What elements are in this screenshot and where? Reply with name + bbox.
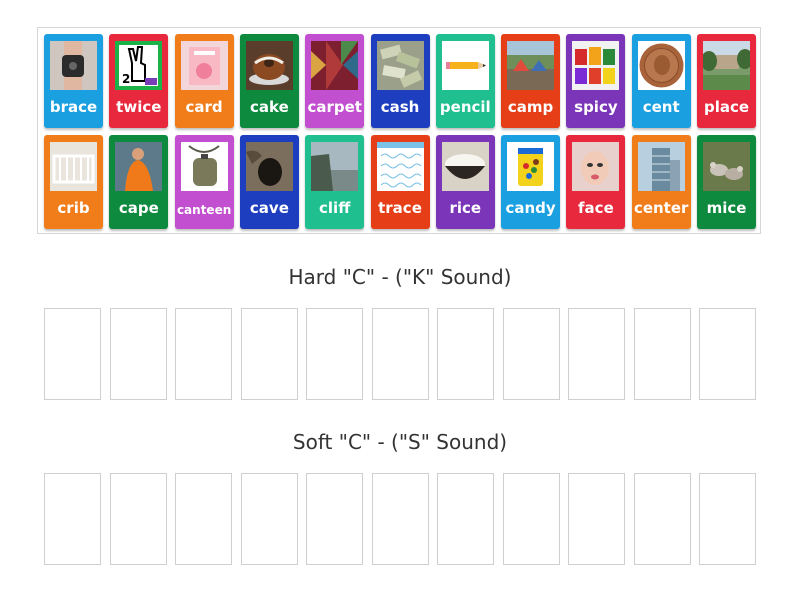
word-tile-center[interactable]: center bbox=[631, 135, 691, 229]
tile-word-label: twice bbox=[116, 98, 162, 116]
soft-c-slot[interactable] bbox=[568, 473, 625, 565]
word-tile-card[interactable]: card bbox=[174, 34, 234, 128]
tile-word-label: cash bbox=[380, 98, 420, 116]
tile-word-label: cake bbox=[250, 98, 289, 116]
tile-word-label: pencil bbox=[439, 98, 491, 116]
soft-c-heading: Soft "C" - ("S" Sound) bbox=[292, 430, 508, 454]
tile-word-label: cave bbox=[249, 199, 289, 217]
hard-c-slot[interactable] bbox=[437, 308, 494, 400]
word-tile-spicy[interactable]: spicy bbox=[566, 34, 626, 128]
word-tile-cave[interactable]: cave bbox=[239, 135, 299, 229]
mice-photo bbox=[703, 142, 750, 191]
word-tile-twice[interactable]: 2 twice bbox=[109, 34, 169, 128]
soft-c-slot[interactable] bbox=[306, 473, 363, 565]
svg-text:2: 2 bbox=[122, 72, 130, 86]
park-place-photo bbox=[703, 41, 750, 90]
soft-c-slot[interactable] bbox=[109, 473, 167, 565]
tile-word-label: rice bbox=[449, 199, 482, 217]
hard-c-slot[interactable] bbox=[371, 308, 429, 400]
tile-word-label: camp bbox=[507, 98, 554, 116]
pencil-photo bbox=[441, 41, 489, 90]
tile-word-label: crib bbox=[57, 199, 90, 217]
peace-sign-hand-photo: 2 bbox=[115, 41, 163, 90]
hard-c-slot[interactable] bbox=[699, 308, 756, 400]
tile-word-label: spicy bbox=[574, 98, 618, 116]
tracing-sheet-photo bbox=[376, 142, 424, 191]
soft-c-slot[interactable] bbox=[240, 473, 298, 565]
campsite-photo bbox=[507, 41, 555, 90]
cash-pile-photo bbox=[376, 41, 424, 90]
tile-word-label: center bbox=[633, 199, 689, 217]
carpet-pattern-photo bbox=[311, 41, 359, 90]
soft-c-slot[interactable] bbox=[44, 473, 101, 565]
spicy-snacks-photo bbox=[572, 41, 620, 90]
bundt-cake-photo bbox=[245, 41, 293, 90]
hard-c-heading: Hard "C" - ("K" Sound) bbox=[288, 265, 512, 289]
word-tile-rice[interactable]: rice bbox=[435, 135, 495, 229]
face-photo bbox=[572, 142, 620, 191]
tile-word-label: cent bbox=[642, 98, 680, 116]
tile-word-label: cliff bbox=[319, 199, 351, 217]
hard-c-slot[interactable] bbox=[240, 308, 298, 400]
soft-c-slot[interactable] bbox=[175, 473, 232, 565]
word-tile-canteen[interactable]: canteen bbox=[174, 135, 234, 229]
tile-word-label: canteen bbox=[176, 203, 232, 217]
word-tile-pencil[interactable]: pencil bbox=[435, 34, 495, 128]
soft-c-slot[interactable] bbox=[371, 473, 429, 565]
soft-c-slot[interactable] bbox=[699, 473, 756, 565]
rice-bowl-photo bbox=[441, 142, 489, 191]
tile-word-label: trace bbox=[378, 199, 422, 217]
penny-coin-photo bbox=[637, 41, 685, 90]
word-tile-cash[interactable]: cash bbox=[370, 34, 430, 128]
cliff-photo bbox=[311, 142, 359, 191]
canteen-photo bbox=[180, 142, 228, 191]
soft-c-slot[interactable] bbox=[633, 473, 691, 565]
word-tile-place[interactable]: place bbox=[697, 34, 756, 128]
hard-c-slot[interactable] bbox=[568, 308, 625, 400]
word-tile-cape[interactable]: cape bbox=[109, 135, 169, 229]
tile-word-label: brace bbox=[49, 98, 98, 116]
candy-jar-photo bbox=[507, 142, 555, 191]
word-tile-cent[interactable]: cent bbox=[631, 34, 691, 128]
soft-c-slot[interactable] bbox=[437, 473, 494, 565]
soft-c-slot[interactable] bbox=[502, 473, 560, 565]
word-tile-trace[interactable]: trace bbox=[370, 135, 430, 229]
word-tile-crib[interactable]: crib bbox=[44, 135, 103, 229]
word-tile-mice[interactable]: mice bbox=[697, 135, 756, 229]
tile-word-label: mice bbox=[706, 199, 747, 217]
hard-c-slot[interactable] bbox=[306, 308, 363, 400]
hard-c-slot[interactable] bbox=[502, 308, 560, 400]
tile-tray: brace 2 twice card cake carpet cash pencil camp s… bbox=[37, 27, 761, 234]
word-tile-cliff[interactable]: cliff bbox=[305, 135, 365, 229]
hard-c-slot[interactable] bbox=[109, 308, 167, 400]
hard-c-slot[interactable] bbox=[44, 308, 101, 400]
word-tile-carpet[interactable]: carpet bbox=[305, 34, 365, 128]
crib-photo bbox=[50, 142, 97, 191]
building-center-photo bbox=[637, 142, 685, 191]
word-tile-candy[interactable]: candy bbox=[501, 135, 561, 229]
word-tile-brace[interactable]: brace bbox=[44, 34, 103, 128]
tile-word-label: card bbox=[185, 98, 223, 116]
tile-word-label: carpet bbox=[307, 98, 362, 116]
word-tile-face[interactable]: face bbox=[566, 135, 626, 229]
knee-brace-photo bbox=[50, 41, 97, 90]
word-tile-cake[interactable]: cake bbox=[239, 34, 299, 128]
tile-word-label: face bbox=[578, 199, 614, 217]
cave-photo bbox=[245, 142, 293, 191]
tile-word-label: place bbox=[703, 98, 750, 116]
word-tile-camp[interactable]: camp bbox=[501, 34, 561, 128]
hard-c-slot[interactable] bbox=[175, 308, 232, 400]
hard-c-slot[interactable] bbox=[633, 308, 691, 400]
orange-cape-photo bbox=[115, 142, 163, 191]
tile-word-label: candy bbox=[505, 199, 556, 217]
tile-word-label: cape bbox=[118, 199, 159, 217]
greeting-card-photo bbox=[180, 41, 228, 90]
